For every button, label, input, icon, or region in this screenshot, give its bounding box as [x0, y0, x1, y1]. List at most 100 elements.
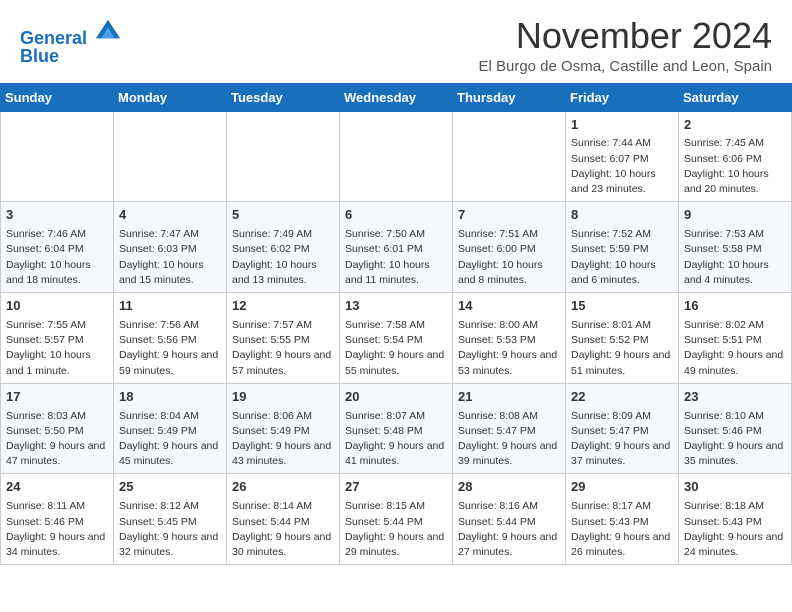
- day-number: 11: [119, 297, 221, 316]
- day-info: Sunrise: 7:49 AMSunset: 6:02 PMDaylight:…: [232, 227, 334, 288]
- day-info: Sunrise: 7:57 AMSunset: 5:55 PMDaylight:…: [232, 318, 334, 379]
- day-info: Sunrise: 8:18 AMSunset: 5:43 PMDaylight:…: [684, 499, 786, 560]
- calendar-week-4: 17Sunrise: 8:03 AMSunset: 5:50 PMDayligh…: [1, 383, 792, 474]
- day-number: 20: [345, 388, 447, 407]
- day-info: Sunrise: 7:58 AMSunset: 5:54 PMDaylight:…: [345, 318, 447, 379]
- day-info: Sunrise: 8:09 AMSunset: 5:47 PMDaylight:…: [571, 409, 673, 470]
- logo: General Blue: [20, 16, 122, 67]
- weekday-header-tuesday: Tuesday: [227, 83, 340, 111]
- weekday-header-wednesday: Wednesday: [340, 83, 453, 111]
- calendar-cell: 20 Sunrise: 8:07 AMSunset: 5:48 PMDayligh…: [340, 383, 453, 474]
- calendar-table: SundayMondayTuesdayWednesdayThursdayFrid…: [0, 83, 792, 566]
- calendar-week-5: 24Sunrise: 8:11 AMSunset: 5:46 PMDayligh…: [1, 474, 792, 565]
- calendar-cell: 14 Sunrise: 8:00 AMSunset: 5:53 PMDayligh…: [453, 293, 566, 384]
- location: El Burgo de Osma, Castille and Leon, Spa…: [478, 58, 772, 75]
- day-info: Sunrise: 8:14 AMSunset: 5:44 PMDaylight:…: [232, 499, 334, 560]
- weekday-header-row: SundayMondayTuesdayWednesdayThursdayFrid…: [1, 83, 792, 111]
- calendar-cell: 13 Sunrise: 7:58 AMSunset: 5:54 PMDayligh…: [340, 293, 453, 384]
- calendar-cell: 10Sunrise: 7:55 AMSunset: 5:57 PMDayligh…: [1, 293, 114, 384]
- day-info: Sunrise: 8:06 AMSunset: 5:49 PMDaylight:…: [232, 409, 334, 470]
- day-info: Sunrise: 8:12 AMSunset: 5:45 PMDaylight:…: [119, 499, 221, 560]
- weekday-header-friday: Friday: [566, 83, 679, 111]
- day-number: 12: [232, 297, 334, 316]
- calendar-cell: 27 Sunrise: 8:15 AMSunset: 5:44 PMDayligh…: [340, 474, 453, 565]
- day-number: 27: [345, 478, 447, 497]
- calendar-cell: 29 Sunrise: 8:17 AMSunset: 5:43 PMDayligh…: [566, 474, 679, 565]
- day-number: 19: [232, 388, 334, 407]
- calendar-cell: 21 Sunrise: 8:08 AMSunset: 5:47 PMDayligh…: [453, 383, 566, 474]
- calendar-cell: 18 Sunrise: 8:04 AMSunset: 5:49 PMDayligh…: [114, 383, 227, 474]
- calendar-week-1: 1Sunrise: 7:44 AMSunset: 6:07 PMDaylight…: [1, 111, 792, 202]
- day-number: 30: [684, 478, 786, 497]
- day-info: Sunrise: 8:04 AMSunset: 5:49 PMDaylight:…: [119, 409, 221, 470]
- day-number: 21: [458, 388, 560, 407]
- day-info: Sunrise: 8:15 AMSunset: 5:44 PMDaylight:…: [345, 499, 447, 560]
- day-info: Sunrise: 8:10 AMSunset: 5:46 PMDaylight:…: [684, 409, 786, 470]
- day-info: Sunrise: 8:17 AMSunset: 5:43 PMDaylight:…: [571, 499, 673, 560]
- calendar-cell: 6Sunrise: 7:50 AMSunset: 6:01 PMDaylight…: [340, 202, 453, 293]
- day-number: 9: [684, 206, 786, 225]
- day-info: Sunrise: 7:47 AMSunset: 6:03 PMDaylight:…: [119, 227, 221, 288]
- day-number: 7: [458, 206, 560, 225]
- calendar-cell: 23 Sunrise: 8:10 AMSunset: 5:46 PMDayligh…: [679, 383, 792, 474]
- day-info: Sunrise: 7:44 AMSunset: 6:07 PMDaylight:…: [571, 136, 673, 197]
- calendar-cell: [114, 111, 227, 202]
- day-info: Sunrise: 7:45 AMSunset: 6:06 PMDaylight:…: [684, 136, 786, 197]
- page-header: General Blue November 2024 El Burgo de O…: [0, 0, 792, 83]
- calendar-cell: [1, 111, 114, 202]
- day-number: 29: [571, 478, 673, 497]
- calendar-cell: 17Sunrise: 8:03 AMSunset: 5:50 PMDayligh…: [1, 383, 114, 474]
- day-number: 3: [6, 206, 108, 225]
- weekday-header-sunday: Sunday: [1, 83, 114, 111]
- day-info: Sunrise: 8:00 AMSunset: 5:53 PMDaylight:…: [458, 318, 560, 379]
- day-number: 2: [684, 116, 786, 135]
- calendar-cell: 7 Sunrise: 7:51 AMSunset: 6:00 PMDaylight…: [453, 202, 566, 293]
- day-info: Sunrise: 8:08 AMSunset: 5:47 PMDaylight:…: [458, 409, 560, 470]
- calendar-cell: [227, 111, 340, 202]
- calendar-cell: 15Sunrise: 8:01 AMSunset: 5:52 PMDayligh…: [566, 293, 679, 384]
- day-number: 18: [119, 388, 221, 407]
- calendar-cell: 24Sunrise: 8:11 AMSunset: 5:46 PMDayligh…: [1, 474, 114, 565]
- day-number: 28: [458, 478, 560, 497]
- calendar-cell: 19 Sunrise: 8:06 AMSunset: 5:49 PMDayligh…: [227, 383, 340, 474]
- calendar-week-3: 10Sunrise: 7:55 AMSunset: 5:57 PMDayligh…: [1, 293, 792, 384]
- calendar-cell: [453, 111, 566, 202]
- day-number: 23: [684, 388, 786, 407]
- calendar-cell: 4 Sunrise: 7:47 AMSunset: 6:03 PMDaylight…: [114, 202, 227, 293]
- day-number: 24: [6, 478, 108, 497]
- day-info: Sunrise: 7:52 AMSunset: 5:59 PMDaylight:…: [571, 227, 673, 288]
- calendar-cell: 28 Sunrise: 8:16 AMSunset: 5:44 PMDayligh…: [453, 474, 566, 565]
- day-number: 13: [345, 297, 447, 316]
- day-number: 4: [119, 206, 221, 225]
- calendar-cell: 8 Sunrise: 7:52 AMSunset: 5:59 PMDaylight…: [566, 202, 679, 293]
- day-info: Sunrise: 7:50 AMSunset: 6:01 PMDaylight:…: [345, 227, 447, 288]
- calendar-cell: [340, 111, 453, 202]
- logo-text: General: [20, 16, 122, 50]
- day-number: 5: [232, 206, 334, 225]
- calendar-cell: 25 Sunrise: 8:12 AMSunset: 5:45 PMDayligh…: [114, 474, 227, 565]
- weekday-header-monday: Monday: [114, 83, 227, 111]
- day-number: 22: [571, 388, 673, 407]
- calendar-cell: 16Sunrise: 8:02 AMSunset: 5:51 PMDayligh…: [679, 293, 792, 384]
- month-title: November 2024: [478, 16, 772, 56]
- weekday-header-saturday: Saturday: [679, 83, 792, 111]
- day-info: Sunrise: 8:07 AMSunset: 5:48 PMDaylight:…: [345, 409, 447, 470]
- calendar-cell: 12 Sunrise: 7:57 AMSunset: 5:55 PMDayligh…: [227, 293, 340, 384]
- weekday-header-thursday: Thursday: [453, 83, 566, 111]
- day-number: 25: [119, 478, 221, 497]
- day-info: Sunrise: 7:51 AMSunset: 6:00 PMDaylight:…: [458, 227, 560, 288]
- day-number: 15: [571, 297, 673, 316]
- day-number: 16: [684, 297, 786, 316]
- day-number: 14: [458, 297, 560, 316]
- day-info: Sunrise: 7:53 AMSunset: 5:58 PMDaylight:…: [684, 227, 786, 288]
- logo-icon: [94, 16, 122, 44]
- day-info: Sunrise: 7:55 AMSunset: 5:57 PMDaylight:…: [6, 318, 108, 379]
- calendar-cell: 1Sunrise: 7:44 AMSunset: 6:07 PMDaylight…: [566, 111, 679, 202]
- calendar-week-2: 3Sunrise: 7:46 AMSunset: 6:04 PMDaylight…: [1, 202, 792, 293]
- title-area: November 2024 El Burgo de Osma, Castille…: [478, 16, 772, 75]
- calendar-cell: 2Sunrise: 7:45 AMSunset: 6:06 PMDaylight…: [679, 111, 792, 202]
- day-number: 8: [571, 206, 673, 225]
- calendar-cell: 30 Sunrise: 8:18 AMSunset: 5:43 PMDayligh…: [679, 474, 792, 565]
- day-number: 17: [6, 388, 108, 407]
- day-info: Sunrise: 8:16 AMSunset: 5:44 PMDaylight:…: [458, 499, 560, 560]
